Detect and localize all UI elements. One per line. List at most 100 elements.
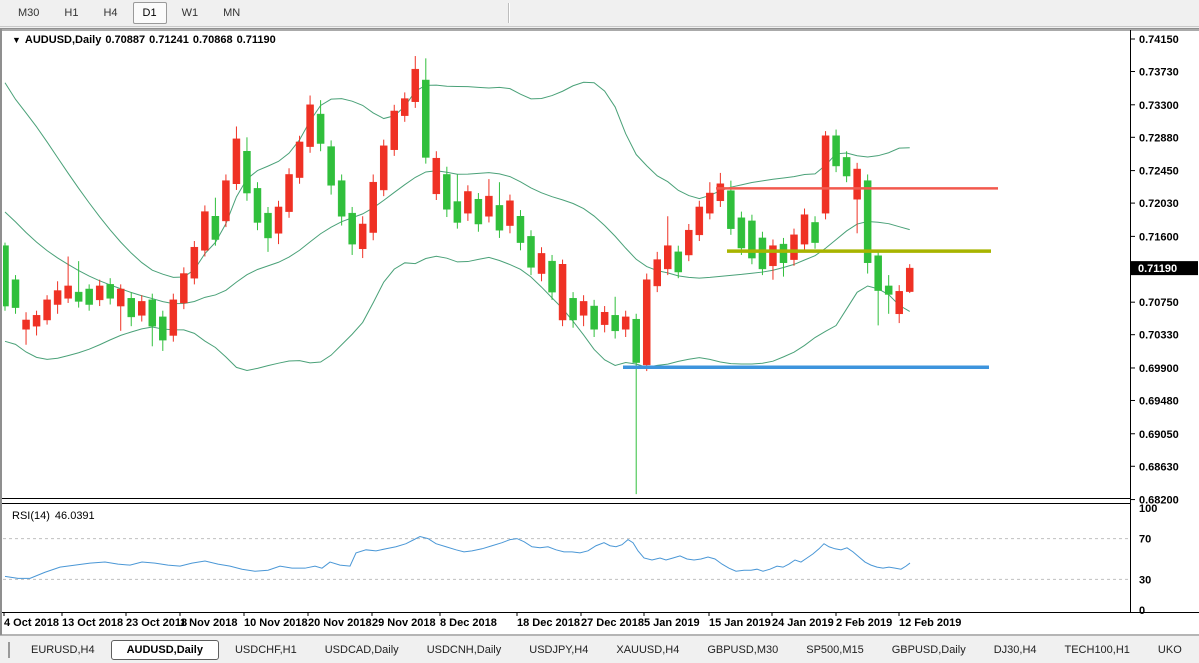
candle-body (875, 256, 882, 291)
date-tick-label[interactable]: 13 Oct 2018 (62, 617, 123, 629)
date-tick-label[interactable]: 18 Dec 2018 (517, 617, 580, 629)
tab-bar-grip[interactable] (8, 642, 10, 658)
candle-body (454, 202, 461, 223)
price-tick-label[interactable]: 0.70750 (1139, 297, 1179, 309)
candle-body (780, 244, 787, 263)
chart-symbol-label: AUDUSD,Daily (25, 34, 101, 46)
date-tick-label[interactable]: 15 Jan 2019 (709, 617, 771, 629)
chart-tab-SP500-M15[interactable]: SP500,M15 (793, 641, 876, 659)
candle-body (349, 213, 356, 244)
timeframe-toolbar: M30H1H4 D1W1MN (0, 0, 1199, 27)
candle-body (338, 181, 345, 217)
candle-body (212, 216, 219, 239)
chart-tab-GBPUSD-Daily[interactable]: GBPUSD,Daily (879, 641, 979, 659)
chart-tab-GBPUSD-M30[interactable]: GBPUSD,M30 (694, 641, 791, 659)
candle-body (275, 207, 282, 233)
price-tick-label[interactable]: 0.72030 (1139, 198, 1179, 210)
timeframe-button-H1[interactable]: H1 (54, 2, 88, 24)
date-tick-label[interactable]: 2 Feb 2019 (836, 617, 892, 629)
price-tick-label[interactable]: 0.69050 (1139, 429, 1179, 441)
candle-body (254, 188, 261, 222)
candle-body (517, 216, 524, 242)
candle-body (506, 201, 513, 226)
candle-body (464, 191, 471, 213)
candle-body (107, 284, 114, 298)
candle-body (549, 261, 556, 292)
candle-body (222, 181, 229, 221)
toolbar-separator (508, 3, 510, 23)
chart-tab-UKO[interactable]: UKO (1145, 641, 1195, 659)
timeframe-button-M30[interactable]: M30 (8, 2, 49, 24)
date-tick-label[interactable]: 24 Jan 2019 (772, 617, 834, 629)
candle-body (685, 230, 692, 255)
candle-body (706, 193, 713, 213)
candle-body (475, 199, 482, 224)
candle-body (191, 247, 198, 278)
chart-tab-EURUSD-H4[interactable]: EURUSD,H4 (18, 641, 108, 659)
candle-body (854, 169, 861, 199)
candle-body (633, 319, 640, 362)
chart-tab-USDJPY-H4[interactable]: USDJPY,H4 (516, 641, 601, 659)
chart-window[interactable]: 0.74150 0.73730 0.73300 0.72880 0.72450 0.720… (0, 28, 1199, 635)
candle-body (664, 246, 671, 269)
candle-body (44, 300, 51, 320)
date-tick-label[interactable]: 29 Nov 2018 (372, 617, 436, 629)
chart-tab-TECH100-H1[interactable]: TECH100,H1 (1052, 641, 1143, 659)
rsi-level-label: 0 (1139, 605, 1145, 617)
candlestick-chart-canvas[interactable]: 0.74150 0.73730 0.73300 0.72880 0.72450 0.720… (2, 29, 1199, 635)
timeframe-button-W1[interactable]: W1 (172, 2, 209, 24)
candle-body (370, 182, 377, 232)
timeframe-button-H4[interactable]: H4 (93, 2, 127, 24)
price-tick-label[interactable]: 0.73730 (1139, 67, 1179, 79)
rsi-level-label: 70 (1139, 534, 1151, 546)
symbol-dropdown-icon[interactable]: ▼ (12, 35, 21, 45)
price-tick-label[interactable]: 0.72880 (1139, 132, 1179, 144)
date-tick-label[interactable]: 4 Oct 2018 (4, 617, 59, 629)
ohlc-open: 0.70887 (105, 34, 145, 46)
rsi-indicator-label: RSI(14)46.0391 (12, 510, 100, 522)
date-tick-label[interactable]: 10 Nov 2018 (244, 617, 308, 629)
price-tick-label[interactable]: 0.71600 (1139, 231, 1179, 243)
candle-body (727, 191, 734, 229)
candle-body (433, 158, 440, 194)
chart-tab-XAUUSD-H4[interactable]: XAUUSD,H4 (603, 641, 692, 659)
date-tick-label[interactable]: 12 Feb 2019 (899, 617, 961, 629)
candle-body (380, 146, 387, 190)
price-tick-label[interactable]: 0.70330 (1139, 330, 1179, 342)
candle-body (738, 218, 745, 248)
candle-body (812, 222, 819, 242)
date-tick-label[interactable]: 23 Oct 2018 (126, 617, 187, 629)
timeframe-button-D1[interactable]: D1 (133, 2, 167, 24)
price-tick-label[interactable]: 0.69900 (1139, 363, 1179, 375)
candle-body (833, 136, 840, 166)
candle-body (801, 215, 808, 244)
candle-body (601, 312, 608, 324)
chart-tab-USDCNH-Daily[interactable]: USDCNH,Daily (414, 641, 515, 659)
timeframe-button-MN[interactable]: MN (213, 2, 250, 24)
price-tick-label[interactable]: 0.68630 (1139, 461, 1179, 473)
candle-body (759, 238, 766, 269)
candle-body (391, 111, 398, 150)
price-tick-label[interactable]: 0.69480 (1139, 395, 1179, 407)
rsi-level-label: 100 (1139, 503, 1157, 515)
candle-body (54, 291, 61, 305)
date-tick-label[interactable]: 27 Dec 2018 (581, 617, 644, 629)
price-tick-label[interactable]: 0.73300 (1139, 100, 1179, 112)
candle-body (496, 205, 503, 230)
date-tick-label[interactable]: 1 Nov 2018 (180, 617, 237, 629)
chart-title: ▼AUDUSD,Daily0.708870.712410.708680.7119… (12, 34, 280, 46)
chart-tab-bar: EURUSD,H4AUDUSD,DailyUSDCHF,H1USDCAD,Dai… (0, 635, 1199, 663)
price-tick-label[interactable]: 0.72450 (1139, 166, 1179, 178)
chart-tab-USDCHF-H1[interactable]: USDCHF,H1 (222, 641, 310, 659)
date-tick-label[interactable]: 8 Dec 2018 (440, 617, 497, 629)
candle-body (307, 105, 314, 147)
candle-body (580, 301, 587, 315)
chart-tab-AUDUSD-Daily[interactable]: AUDUSD,Daily (111, 640, 219, 660)
date-tick-label[interactable]: 20 Nov 2018 (308, 617, 372, 629)
rsi-value: 46.0391 (55, 510, 95, 522)
chart-tab-USDCAD-Daily[interactable]: USDCAD,Daily (312, 641, 412, 659)
chart-tab-DJ30-H4[interactable]: DJ30,H4 (981, 641, 1050, 659)
date-tick-label[interactable]: 5 Jan 2019 (644, 617, 700, 629)
candle-body (822, 136, 829, 213)
price-tick-label[interactable]: 0.74150 (1139, 34, 1179, 46)
